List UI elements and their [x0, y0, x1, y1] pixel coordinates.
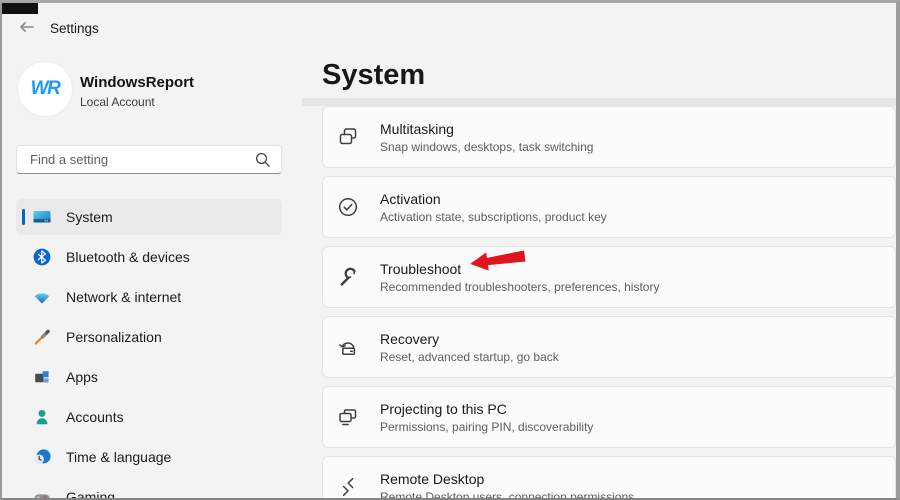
card-title: Projecting to this PC	[380, 401, 593, 417]
projecting-icon	[336, 405, 360, 429]
sidebar: WR WindowsReport Local Account System Bl…	[2, 3, 302, 498]
settings-card-multitasking[interactable]: Multitasking Snap windows, desktops, tas…	[322, 106, 896, 168]
sidebar-item-apps[interactable]: Apps	[16, 359, 282, 395]
settings-card-recovery[interactable]: Recovery Reset, advanced startup, go bac…	[322, 316, 896, 378]
settings-card-remote-desktop[interactable]: Remote Desktop Remote Desktop users, con…	[322, 456, 896, 500]
multitasking-icon	[336, 125, 360, 149]
activation-icon	[336, 195, 360, 219]
recovery-icon	[336, 335, 360, 359]
selected-accent-bar	[22, 209, 25, 225]
search-icon	[254, 151, 271, 168]
main-pane: System Multitasking Snap windows, deskto…	[302, 3, 896, 498]
scroll-gap-band	[302, 98, 896, 106]
card-title: Multitasking	[380, 121, 593, 137]
page-title: System	[322, 59, 425, 92]
sidebar-item-accounts[interactable]: Accounts	[16, 399, 282, 435]
system-icon	[32, 207, 52, 227]
sidebar-item-time-language[interactable]: Time & language	[16, 439, 282, 475]
card-subtitle: Activation state, subscriptions, product…	[380, 210, 607, 224]
sidebar-item-label: System	[66, 209, 113, 225]
personalization-icon	[32, 327, 52, 347]
sidebar-item-gaming[interactable]: Gaming	[16, 479, 282, 500]
sidebar-item-personalization[interactable]: Personalization	[16, 319, 282, 355]
search-input[interactable]	[30, 152, 254, 167]
sidebar-item-network-internet[interactable]: Network & internet	[16, 279, 282, 315]
gaming-icon	[32, 487, 52, 500]
sidebar-item-system[interactable]: System	[16, 199, 282, 235]
time-language-icon	[32, 447, 52, 467]
sidebar-item-label: Gaming	[66, 489, 115, 500]
settings-card-activation[interactable]: Activation Activation state, subscriptio…	[322, 176, 896, 238]
card-title: Recovery	[380, 331, 559, 347]
sidebar-item-label: Network & internet	[66, 289, 181, 305]
avatar: WR	[18, 62, 72, 116]
remote-desktop-icon	[336, 475, 360, 499]
card-title: Remote Desktop	[380, 471, 634, 487]
network-icon	[32, 287, 52, 307]
settings-card-troubleshoot[interactable]: Troubleshoot Recommended troubleshooters…	[322, 246, 896, 308]
bluetooth-icon	[32, 247, 52, 267]
sidebar-item-label: Bluetooth & devices	[66, 249, 190, 265]
sidebar-item-label: Accounts	[66, 409, 124, 425]
card-title: Activation	[380, 191, 607, 207]
search-box[interactable]	[16, 145, 282, 174]
accounts-icon	[32, 407, 52, 427]
user-account-type: Local Account	[80, 95, 155, 109]
sidebar-nav: System Bluetooth & devices Network & int…	[16, 199, 282, 500]
card-subtitle: Permissions, pairing PIN, discoverabilit…	[380, 420, 593, 434]
card-subtitle: Reset, advanced startup, go back	[380, 350, 559, 364]
sidebar-item-label: Apps	[66, 369, 98, 385]
settings-card-list: Multitasking Snap windows, desktops, tas…	[322, 106, 896, 500]
card-subtitle: Recommended troubleshooters, preferences…	[380, 280, 659, 294]
settings-window: Settings WR WindowsReport Local Account …	[0, 0, 900, 500]
troubleshoot-icon	[336, 265, 360, 289]
apps-icon	[32, 367, 52, 387]
sidebar-item-label: Time & language	[66, 449, 171, 465]
user-name: WindowsReport	[80, 74, 194, 91]
settings-card-projecting[interactable]: Projecting to this PC Permissions, pairi…	[322, 386, 896, 448]
card-subtitle: Snap windows, desktops, task switching	[380, 140, 593, 154]
sidebar-item-bluetooth-devices[interactable]: Bluetooth & devices	[16, 239, 282, 275]
sidebar-item-label: Personalization	[66, 329, 162, 345]
card-subtitle: Remote Desktop users, connection permiss…	[380, 490, 634, 500]
